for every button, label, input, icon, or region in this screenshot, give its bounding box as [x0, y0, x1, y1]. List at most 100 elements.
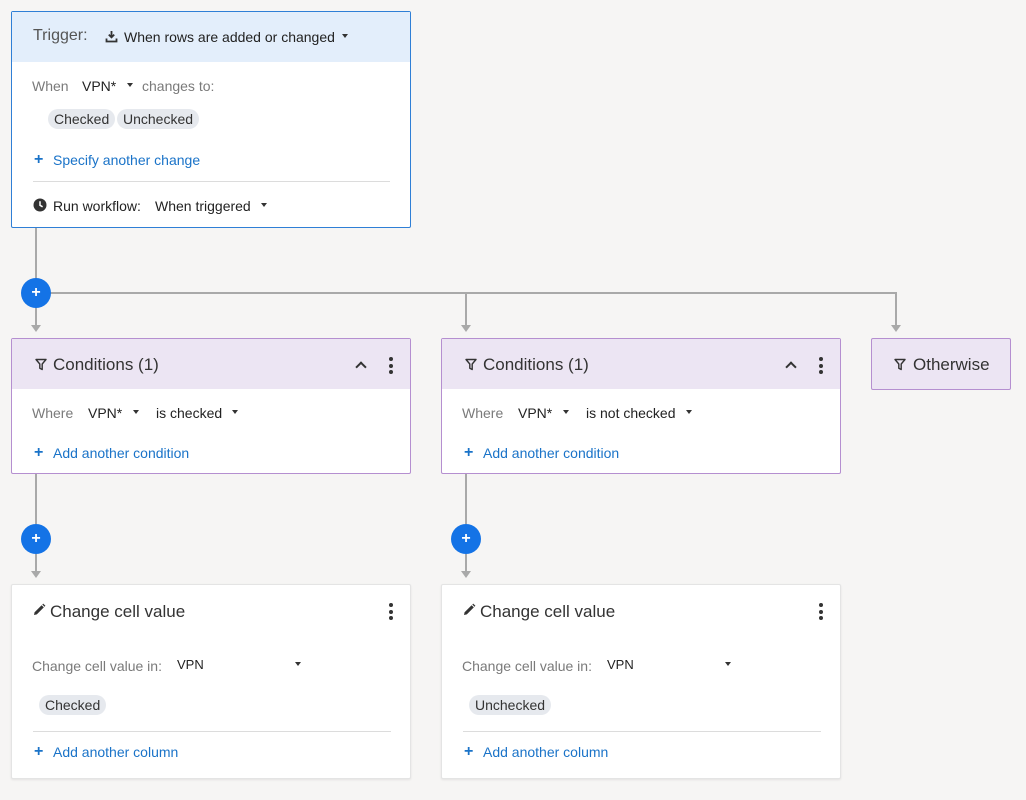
caret-down-icon — [686, 410, 692, 414]
condition-column-value: VPN* — [518, 405, 553, 421]
changes-to-label: changes to: — [142, 78, 215, 94]
condition-column-value: VPN* — [88, 405, 123, 421]
change-cell-label: Change cell value in: — [32, 658, 162, 674]
divider — [33, 731, 391, 732]
connector-line — [35, 228, 37, 280]
kebab-menu-icon[interactable] — [819, 603, 823, 623]
target-column-dropdown[interactable]: VPN — [177, 657, 302, 675]
condition-column-dropdown[interactable]: VPN* — [88, 405, 144, 423]
caret-down-icon — [261, 203, 267, 207]
plus-icon: + — [34, 444, 44, 461]
caret-down-icon — [563, 410, 569, 414]
add-another-column-label: Add another column — [53, 744, 179, 760]
target-column-dropdown[interactable]: VPN — [607, 657, 732, 675]
otherwise-title: Otherwise — [913, 355, 990, 374]
condition-operator-value: is checked — [156, 405, 223, 421]
filter-icon — [465, 358, 477, 371]
caret-down-icon — [342, 34, 348, 38]
connector-line — [35, 554, 37, 571]
condition-operator-value: is not checked — [586, 405, 676, 421]
add-another-column-link[interactable]: + Add another column — [464, 743, 634, 761]
run-workflow-value: When triggered — [155, 198, 251, 214]
connector-line — [35, 474, 37, 524]
run-workflow-label: Run workflow: — [53, 198, 141, 214]
connector-line — [50, 292, 897, 294]
change-cell-label: Change cell value in: — [462, 658, 592, 674]
caret-down-icon — [295, 662, 301, 666]
add-another-column-link[interactable]: + Add another column — [34, 743, 204, 761]
conditions-card: Conditions (1) Where VPN* is checked + A… — [11, 338, 411, 474]
specify-another-change-link[interactable]: + Specify another change — [34, 151, 214, 169]
kebab-menu-icon[interactable] — [389, 603, 393, 623]
trigger-type-dropdown[interactable]: When rows are added or changed — [105, 27, 355, 47]
filter-icon — [35, 358, 47, 371]
caret-down-icon — [127, 83, 133, 87]
otherwise-card[interactable]: Otherwise — [871, 338, 1011, 390]
divider — [463, 731, 821, 732]
trigger-label: Trigger: — [33, 27, 88, 44]
run-workflow-dropdown[interactable]: When triggered — [155, 198, 275, 216]
plus-icon: + — [464, 444, 474, 461]
divider — [33, 181, 390, 182]
chevron-up-icon[interactable] — [785, 361, 797, 373]
connector-line — [895, 292, 897, 325]
connector-line — [35, 307, 37, 325]
trigger-header: Trigger: When rows are added or changed — [12, 12, 410, 62]
conditions-title: Conditions (1) — [53, 355, 159, 374]
add-another-condition-label: Add another condition — [483, 445, 620, 461]
connector-arrow — [31, 325, 41, 332]
kebab-menu-icon[interactable] — [819, 357, 823, 377]
target-column-value: VPN — [177, 657, 204, 672]
add-step-button[interactable]: + — [451, 524, 481, 554]
trigger-column-value: VPN* — [82, 78, 117, 94]
target-value-chip[interactable]: Unchecked — [469, 695, 552, 715]
connector-line — [465, 474, 467, 524]
trigger-card: Trigger: When rows are added or changed … — [11, 11, 411, 228]
condition-operator-dropdown[interactable]: is checked — [156, 405, 246, 423]
connector-arrow — [31, 571, 41, 578]
trigger-column-dropdown[interactable]: VPN* — [82, 78, 138, 96]
conditions-card: Conditions (1) Where VPN* is not checked… — [441, 338, 841, 474]
connector-line — [465, 554, 467, 571]
add-step-button[interactable]: + — [21, 524, 51, 554]
connector-arrow — [461, 571, 471, 578]
plus-icon: + — [34, 151, 44, 168]
filter-icon — [894, 358, 906, 371]
conditions-header: Conditions (1) — [442, 339, 840, 389]
add-another-condition-link[interactable]: + Add another condition — [34, 444, 214, 462]
where-label: Where — [32, 405, 74, 421]
connector-arrow — [891, 325, 901, 332]
action-card: Change cell value Change cell value in: … — [441, 584, 841, 779]
trigger-type-value: When rows are added or changed — [124, 29, 335, 45]
target-column-value: VPN — [607, 657, 634, 672]
action-title: Change cell value — [50, 602, 186, 621]
chevron-up-icon[interactable] — [355, 361, 367, 373]
specify-another-change-label: Specify another change — [53, 152, 201, 168]
plus-icon: + — [464, 743, 474, 760]
caret-down-icon — [232, 410, 238, 414]
conditions-title: Conditions (1) — [483, 355, 589, 374]
conditions-header: Conditions (1) — [12, 339, 410, 389]
connector-line — [465, 292, 467, 325]
kebab-menu-icon[interactable] — [389, 357, 393, 377]
trigger-value-chip[interactable]: Checked — [48, 109, 116, 129]
action-card: Change cell value Change cell value in: … — [11, 584, 411, 779]
condition-column-dropdown[interactable]: VPN* — [518, 405, 574, 423]
pencil-icon — [34, 603, 46, 615]
trigger-value-chip[interactable]: Unchecked — [117, 109, 200, 129]
pencil-icon — [464, 603, 476, 615]
caret-down-icon — [133, 410, 139, 414]
condition-operator-dropdown[interactable]: is not checked — [586, 405, 696, 423]
plus-icon: + — [34, 743, 44, 760]
when-label: When — [32, 78, 69, 94]
where-label: Where — [462, 405, 504, 421]
download-icon — [105, 31, 118, 43]
target-value-chip[interactable]: Checked — [39, 695, 107, 715]
clock-icon — [33, 198, 47, 212]
connector-arrow — [461, 325, 471, 332]
caret-down-icon — [725, 662, 731, 666]
action-title: Change cell value — [480, 602, 616, 621]
add-another-condition-link[interactable]: + Add another condition — [464, 444, 644, 462]
add-step-button[interactable]: + — [21, 278, 51, 308]
add-another-condition-label: Add another condition — [53, 445, 190, 461]
